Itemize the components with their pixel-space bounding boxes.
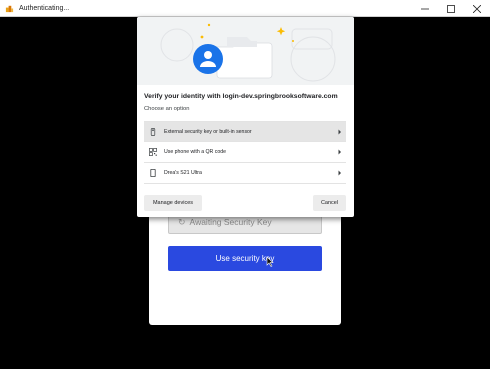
manage-devices-button[interactable]: Manage devices: [144, 195, 202, 211]
option-label: Drea's S21 Ultra: [164, 170, 202, 176]
qr-code-icon: [149, 148, 157, 156]
option-label: Use phone with a QR code: [164, 149, 226, 155]
option-label: External security key or built-in sensor: [164, 128, 252, 135]
passkey-dialog: Verify your identity with login-dev.spri…: [137, 17, 354, 217]
loading-icon: ↻: [178, 216, 186, 227]
security-illustration: [160, 23, 336, 82]
close-button[interactable]: [464, 0, 490, 17]
minimize-icon: [421, 8, 429, 9]
dialog-title: Verify your identity with login-dev.spri…: [144, 93, 338, 100]
cancel-button[interactable]: Cancel: [313, 195, 346, 211]
cancel-label: Cancel: [320, 200, 339, 206]
option-qr-code[interactable]: Use phone with a QR code: [144, 142, 346, 163]
chevron-right-icon: [338, 129, 341, 135]
window-title: Authenticating...: [19, 4, 70, 12]
usb-key-icon: [150, 127, 156, 136]
use-security-key-button[interactable]: Use security key: [168, 246, 322, 271]
maximize-button[interactable]: [438, 0, 464, 17]
window-controls: [412, 0, 490, 17]
window-titlebar: Authenticating...: [0, 0, 490, 17]
mouse-cursor-icon: [266, 256, 274, 267]
chevron-right-icon: [338, 149, 341, 155]
chevron-right-icon: [338, 170, 341, 176]
app-icon: [5, 5, 14, 12]
awaiting-label: Awaiting Security Key: [189, 217, 272, 227]
dialog-illustration: [137, 17, 354, 85]
manage-devices-label: Manage devices: [152, 200, 194, 206]
option-security-key[interactable]: External security key or built-in sensor: [144, 121, 346, 142]
option-phone-device[interactable]: Drea's S21 Ultra: [144, 163, 346, 184]
close-icon: [473, 4, 481, 13]
dialog-subtitle: Choose an option: [144, 106, 190, 112]
maximize-icon: [447, 4, 455, 13]
phone-icon: [150, 169, 156, 177]
minimize-button[interactable]: [412, 0, 438, 17]
